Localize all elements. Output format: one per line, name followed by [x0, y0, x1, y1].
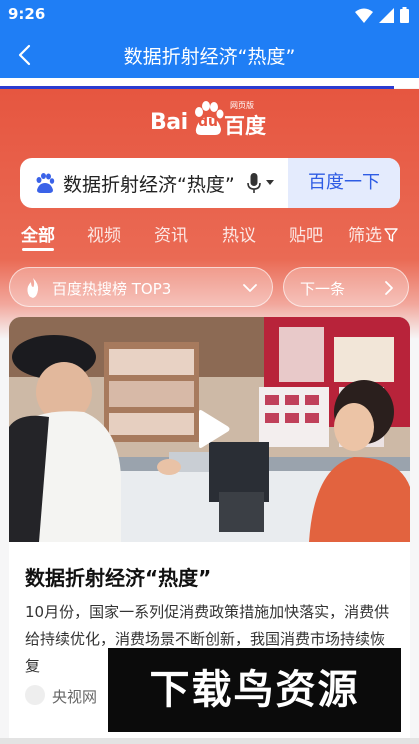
tab-all[interactable]: 全部	[21, 221, 55, 246]
watermark-overlay: 下载鸟资源	[108, 648, 401, 732]
baidu-logo: 网页版 Bai du 百度	[150, 100, 275, 140]
flame-icon	[27, 278, 39, 298]
play-icon[interactable]	[195, 409, 231, 449]
tab-discussion[interactable]: 热议	[222, 221, 256, 246]
tab-news[interactable]: 资讯	[154, 221, 188, 246]
next-item-chip[interactable]: 下一条	[283, 267, 409, 307]
tab-filter-label: 筛选	[348, 226, 382, 246]
hot-search-label: 百度热搜榜 TOP3	[52, 280, 172, 298]
page-title: 数据折射经济“热度”	[123, 46, 296, 68]
filter-icon	[384, 228, 398, 242]
search-box[interactable]: 数据折射经济“热度” 百度一下	[20, 158, 400, 208]
status-bar: 9:26	[0, 0, 419, 30]
baidu-paw-search-icon	[36, 173, 55, 193]
active-tab-indicator	[22, 248, 54, 251]
chevron-right-icon	[385, 281, 393, 295]
signal-icon	[379, 7, 394, 23]
bottom-edge	[0, 738, 419, 744]
logo-du: du	[198, 114, 218, 130]
source-logo-icon	[25, 685, 45, 705]
result-tabs: 全部 视频 资讯 热议 贴吧 筛选	[0, 221, 419, 253]
status-time: 9:26	[8, 5, 46, 23]
logo-latin: Bai	[150, 110, 188, 135]
source-name: 央视网	[52, 688, 98, 706]
search-button[interactable]: 百度一下	[288, 158, 400, 208]
tab-tieba[interactable]: 贴吧	[289, 221, 323, 246]
video-thumbnail[interactable]	[9, 317, 410, 542]
tab-video[interactable]: 视频	[87, 221, 121, 246]
web-content[interactable]: 网页版 Bai du 百度 数据折射经济“热度” 百度一下 全部 视频 资讯 热…	[0, 89, 419, 744]
tab-filter[interactable]: 筛选	[348, 221, 398, 246]
wifi-icon	[355, 8, 373, 23]
chevron-down-icon	[243, 284, 257, 292]
card-title[interactable]: 数据折射经济“热度”	[25, 562, 211, 591]
status-icons	[355, 7, 409, 23]
hot-search-chip[interactable]: 百度热搜榜 TOP3	[9, 267, 273, 307]
search-input[interactable]: 数据折射经济“热度”	[63, 170, 243, 197]
logo-cn: 百度	[224, 114, 266, 138]
battery-icon	[400, 7, 409, 23]
microphone-icon[interactable]	[246, 172, 262, 194]
next-item-label: 下一条	[300, 280, 346, 298]
caret-down-icon[interactable]	[266, 180, 274, 185]
app-bar: 数据折射经济“热度”	[0, 30, 419, 78]
